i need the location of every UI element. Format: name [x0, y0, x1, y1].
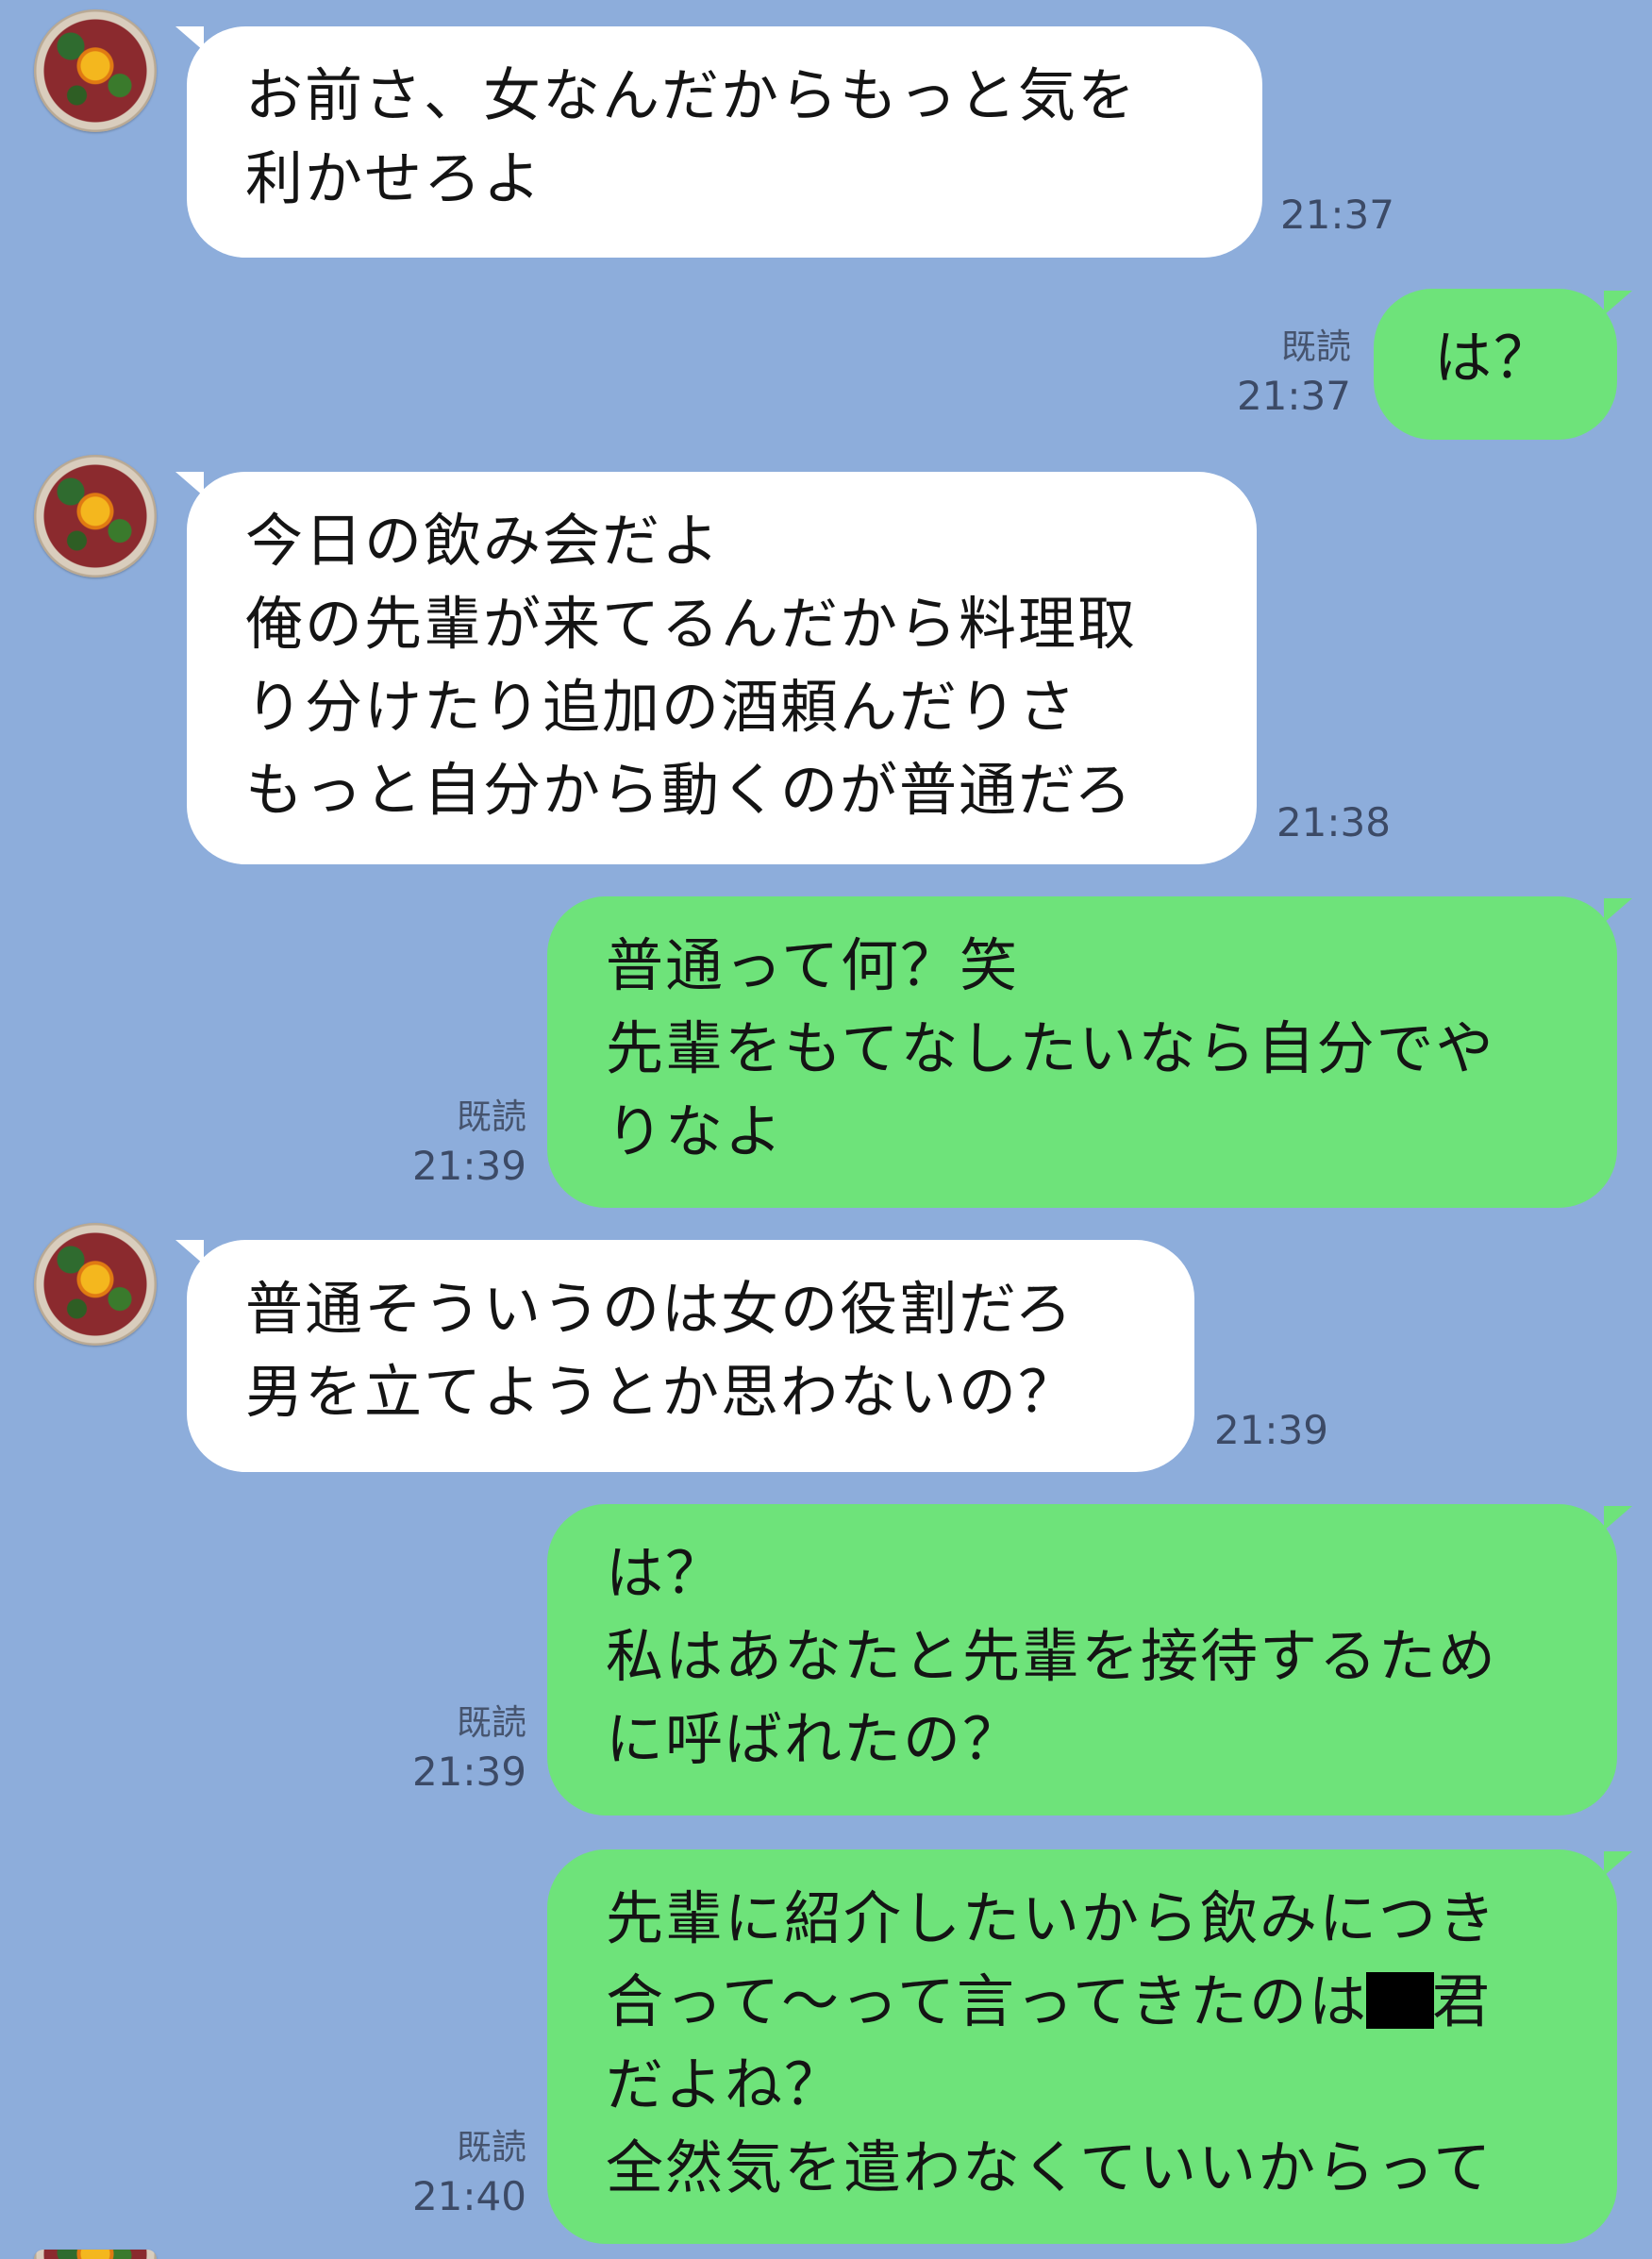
message-meta: 既読 21:39: [392, 1698, 526, 1797]
contact-avatar[interactable]: [34, 2250, 157, 2259]
contact-avatar[interactable]: [34, 1223, 157, 1346]
bubble-tail: [1604, 1851, 1632, 1876]
time-label: 21:37: [1279, 192, 1394, 238]
bubble-tail: [1604, 898, 1632, 923]
time-label: 21:39: [1213, 1407, 1328, 1453]
read-receipt: 既読: [457, 1702, 526, 1743]
outgoing-message-bubble[interactable]: は？ 私はあなたと先輩を接待するため に呼ばれたの？: [547, 1504, 1617, 1816]
outgoing-message-bubble[interactable]: は？: [1374, 289, 1617, 440]
time-label: 21:40: [411, 2173, 526, 2219]
outgoing-message-bubble[interactable]: 普通って何？笑 先輩をもてなしたいなら自分でや りなよ: [547, 896, 1617, 1208]
incoming-message-bubble[interactable]: お前さ、女なんだからもっと気を 利かせろよ: [187, 26, 1262, 258]
message-timestamp: 21:38: [1260, 798, 1391, 847]
bubble-tail: [1604, 1506, 1632, 1531]
outgoing-message-bubble[interactable]: 先輩に紹介したいから飲みにつき 合って〜って言ってきたのは君 だよね？ 全然気を…: [547, 1849, 1617, 2244]
message-meta: 既読 21:39: [392, 1093, 526, 1191]
bubble-tail: [1604, 291, 1632, 315]
message-meta: 既読 21:40: [392, 2123, 526, 2221]
contact-avatar[interactable]: [34, 455, 157, 577]
message-timestamp: 21:39: [1198, 1406, 1328, 1455]
read-receipt: 既読: [457, 1096, 526, 1137]
contact-avatar[interactable]: [34, 9, 157, 132]
message-text-part: 先輩に紹介したいから飲みにつき 合って〜って言ってきたのは: [606, 1885, 1498, 2035]
time-label: 21:38: [1276, 799, 1391, 845]
read-receipt: 既読: [457, 2127, 526, 2167]
chat-thread: お前さ、女なんだからもっと気を 利かせろよ 21:37 既読 21:37 は？ …: [0, 0, 1652, 2259]
incoming-message-bubble[interactable]: 今日の飲み会だよ 俺の先輩が来てるんだから料理取 り分けたり追加の酒頼んだりさ …: [187, 472, 1257, 864]
redaction-box: [1366, 1972, 1435, 2029]
incoming-message-bubble[interactable]: 普通そういうのは女の役割だろ 男を立てようとか思わないの？: [187, 1240, 1194, 1472]
read-receipt: 既読: [1281, 326, 1351, 367]
time-label: 21:39: [411, 1143, 526, 1189]
message-timestamp: 21:37: [1264, 191, 1394, 240]
message-meta: 既読 21:37: [1217, 323, 1351, 421]
time-label: 21:39: [411, 1749, 526, 1795]
time-label: 21:37: [1236, 373, 1351, 419]
